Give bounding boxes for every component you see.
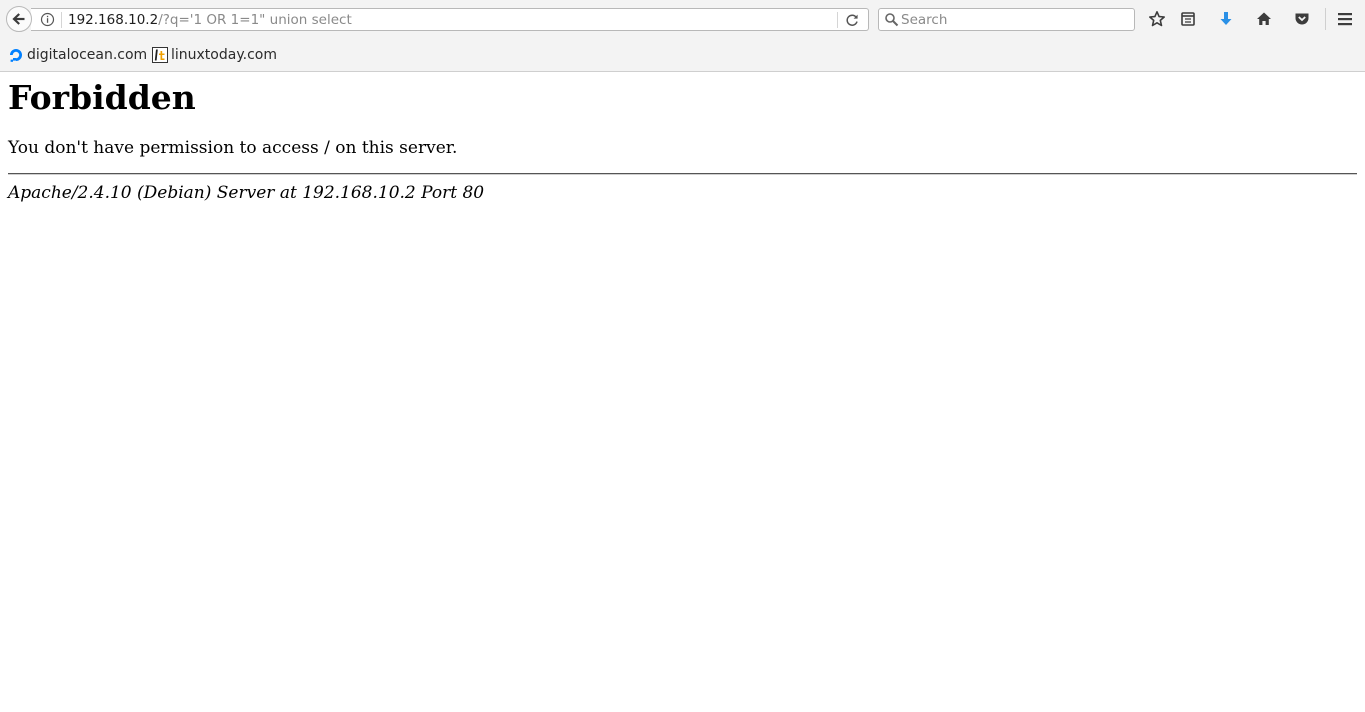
page-content: Forbidden You don't have permission to a…	[0, 72, 1365, 712]
back-arrow-icon	[11, 11, 27, 27]
reading-list-button[interactable]	[1175, 7, 1201, 31]
error-message: You don't have permission to access / on…	[8, 138, 458, 158]
bookmark-star-button[interactable]	[1144, 7, 1170, 31]
info-icon[interactable]	[40, 12, 55, 27]
navigation-toolbar: 192.168.10.2/?q='1 OR 1=1" union select	[0, 0, 1365, 38]
search-bar[interactable]	[878, 8, 1135, 31]
bookmarks-toolbar: digitalocean.com linuxtoday.com	[0, 42, 1365, 68]
pocket-icon	[1293, 10, 1311, 28]
divider	[8, 173, 1357, 175]
pocket-button[interactable]	[1289, 7, 1315, 31]
bookmark-linuxtoday[interactable]: linuxtoday.com	[152, 45, 277, 65]
star-icon	[1148, 10, 1166, 28]
digitalocean-icon	[8, 47, 24, 63]
toolbar-divider	[1325, 8, 1326, 30]
url-host: 192.168.10.2	[68, 12, 159, 28]
hamburger-menu-icon	[1336, 10, 1354, 28]
search-icon	[884, 12, 899, 27]
bookmark-label: digitalocean.com	[27, 47, 148, 63]
linuxtoday-icon	[152, 47, 168, 63]
url-divider	[61, 12, 62, 28]
download-arrow-icon	[1217, 10, 1235, 28]
page-title: Forbidden	[8, 78, 196, 117]
home-button[interactable]	[1251, 7, 1277, 31]
url-bar[interactable]: 192.168.10.2/?q='1 OR 1=1" union select	[31, 8, 869, 31]
reload-divider	[837, 12, 838, 28]
url-text[interactable]: 192.168.10.2/?q='1 OR 1=1" union select	[68, 11, 352, 29]
bookmark-digitalocean[interactable]: digitalocean.com	[8, 45, 147, 65]
menu-button[interactable]	[1332, 7, 1358, 31]
search-input[interactable]	[901, 10, 1129, 29]
bookmarks-list-icon	[1179, 10, 1197, 28]
reload-icon[interactable]	[845, 13, 859, 27]
url-path: /?q='1 OR 1=1" union select	[158, 12, 352, 28]
bookmark-label: linuxtoday.com	[171, 47, 277, 63]
back-button[interactable]	[6, 6, 32, 32]
home-icon	[1255, 10, 1273, 28]
server-signature: Apache/2.4.10 (Debian) Server at 192.168…	[8, 183, 485, 203]
downloads-button[interactable]	[1213, 7, 1239, 31]
browser-chrome: 192.168.10.2/?q='1 OR 1=1" union select	[0, 0, 1365, 72]
